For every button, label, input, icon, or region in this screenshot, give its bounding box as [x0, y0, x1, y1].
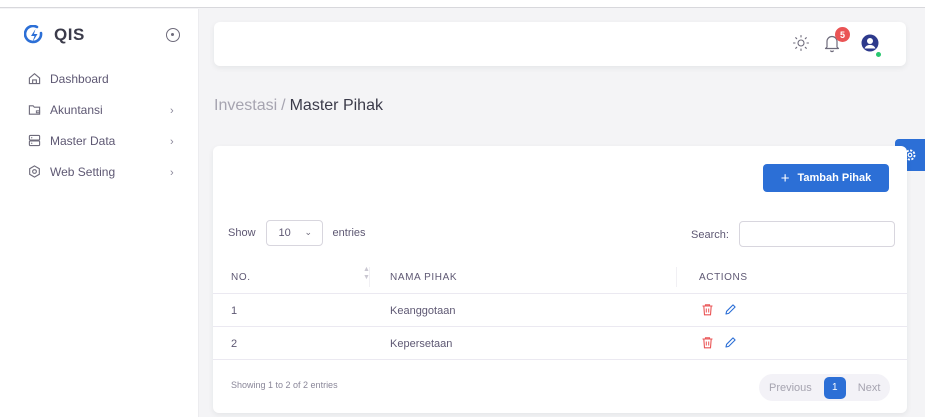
server-icon: [28, 134, 41, 147]
sidebar-collapse-toggle-icon[interactable]: [166, 28, 180, 42]
cell-no: 2: [231, 338, 238, 350]
brand[interactable]: QIS: [24, 25, 85, 45]
sidebar-item-label: Web Setting: [50, 164, 116, 179]
top-navbar: 5: [214, 22, 906, 66]
brand-logo-icon: [24, 25, 43, 44]
settings-icon: [29, 165, 40, 178]
pagination-previous[interactable]: Previous: [763, 382, 818, 394]
brand-name: QIS: [54, 25, 85, 44]
table-header: NO. ▲ ▼ NAMA PIHAK ACTIONS: [213, 259, 907, 294]
pagination-next[interactable]: Next: [852, 382, 887, 394]
pagination: Previous 1 Next: [759, 374, 891, 401]
chevron-down-icon: ⌄: [304, 227, 313, 237]
chevron-right-icon: ›: [170, 167, 174, 179]
sidebar-item-label: Dashboard: [50, 71, 109, 86]
sidebar-item-label: Master Data: [50, 133, 116, 148]
page-length-control: Show 10 ⌄ entries: [228, 220, 366, 246]
edit-pencil-icon[interactable]: [724, 303, 737, 316]
folder-icon: [28, 105, 41, 115]
window-top-border: [0, 0, 925, 8]
notification-badge: 5: [835, 27, 850, 42]
trash-icon[interactable]: [701, 336, 714, 349]
column-divider: [676, 267, 677, 287]
column-header-actions: ACTIONS: [699, 272, 748, 283]
pihak-table: NO. ▲ ▼ NAMA PIHAK ACTIONS 1 Keanggotaan …: [213, 259, 907, 360]
column-divider: [369, 267, 370, 287]
add-pihak-button[interactable]: + Tambah Pihak: [763, 164, 889, 192]
show-label: Show: [228, 227, 256, 239]
sidebar-item-dashboard[interactable]: Dashboard: [0, 63, 199, 94]
trash-icon[interactable]: [701, 303, 714, 316]
cell-nama-pihak: Keanggotaan: [390, 305, 456, 317]
search-label: Search:: [691, 229, 729, 241]
column-header-no[interactable]: NO.: [231, 272, 251, 283]
user-avatar-icon[interactable]: [861, 34, 879, 52]
home-icon: [28, 72, 41, 85]
chevron-right-icon: ›: [170, 136, 174, 148]
table-row: 1 Keanggotaan: [213, 294, 907, 327]
sidebar-item-label: Akuntansi: [50, 102, 103, 117]
page-length-value: 10: [278, 227, 291, 239]
cell-nama-pihak: Kepersetaan: [390, 338, 453, 350]
sidebar-nav: Dashboard Akuntansi › Master Data › Web …: [0, 63, 199, 187]
breadcrumb: Investasi / Master Pihak: [214, 97, 383, 115]
column-header-nama-pihak[interactable]: NAMA PIHAK: [390, 272, 457, 283]
chevron-right-icon: ›: [170, 105, 174, 117]
breadcrumb-parent[interactable]: Investasi: [214, 97, 277, 114]
cell-no: 1: [231, 305, 238, 317]
breadcrumb-separator: /: [281, 97, 286, 114]
sidebar-item-web-setting[interactable]: Web Setting ›: [0, 156, 199, 187]
sidebar-item-akuntansi[interactable]: Akuntansi ›: [0, 94, 199, 125]
page-title: Master Pihak: [289, 97, 383, 114]
plus-icon: +: [780, 169, 790, 187]
online-status-indicator: [875, 51, 882, 58]
sun-icon[interactable]: [792, 34, 810, 52]
table-info: Showing 1 to 2 of 2 entries: [231, 380, 338, 390]
pagination-page-1[interactable]: 1: [823, 376, 846, 399]
search-input[interactable]: [739, 221, 895, 247]
sidebar: QIS Dashboard Akuntansi › Master Data › …: [0, 9, 199, 417]
add-pihak-label: Tambah Pihak: [797, 172, 872, 184]
edit-pencil-icon[interactable]: [724, 336, 737, 349]
sidebar-item-master-data[interactable]: Master Data ›: [0, 125, 199, 156]
table-row: 2 Kepersetaan: [213, 327, 907, 360]
page-length-select[interactable]: 10 ⌄: [265, 220, 323, 246]
master-pihak-card: + Tambah Pihak Show 10 ⌄ entries Search:…: [213, 146, 907, 413]
entries-label: entries: [332, 227, 366, 239]
